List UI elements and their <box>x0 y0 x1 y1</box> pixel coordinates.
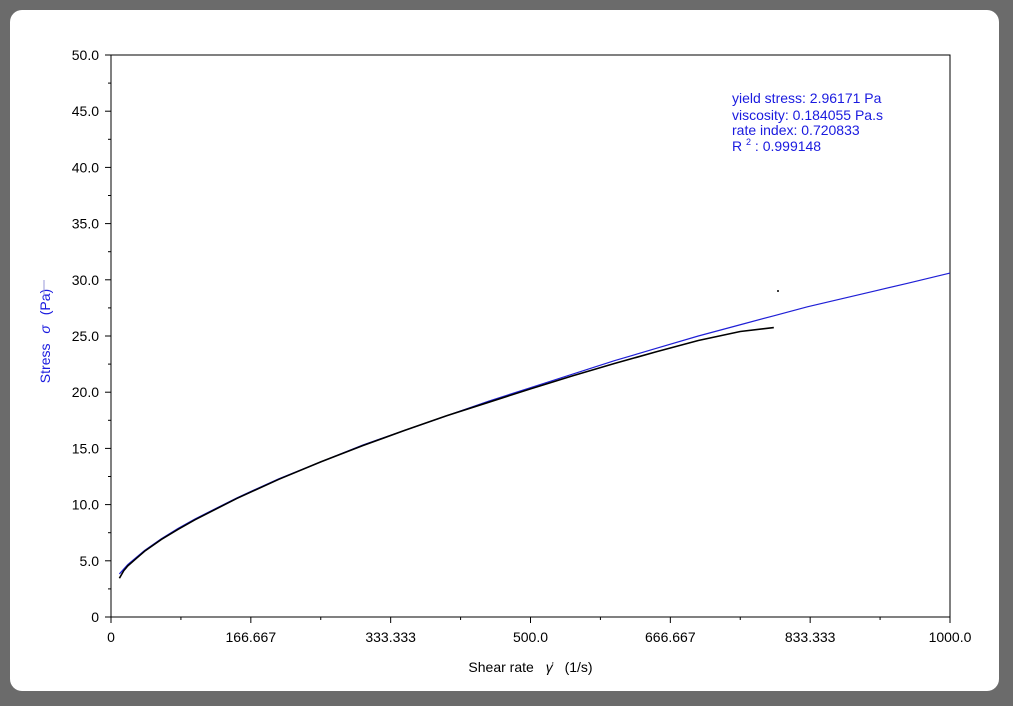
y-tick-label: 40.0 <box>72 159 99 175</box>
y-tick-label: 45.0 <box>72 103 99 119</box>
x-tick-label: 166.667 <box>226 629 277 645</box>
x-axis-label-unit: (1/s) <box>565 659 593 675</box>
y-tick-label: 35.0 <box>72 216 99 232</box>
x-axis-label-symbol: γ̇ <box>546 659 554 675</box>
y-axis-label-symbol: σ <box>37 325 53 334</box>
chart: 0 166.667 333.333 500.0 666.667 833.333 1000.0… <box>37 47 972 675</box>
x-tick-label: 500.0 <box>513 629 548 645</box>
y-tick-label: 30.0 <box>72 272 99 288</box>
y-axis-label-unit: (Pa) <box>37 289 53 315</box>
x-axis-label: Shear rate γ̇ (1/s) <box>468 659 592 675</box>
y-tick-label: 0 <box>91 609 99 625</box>
y-axis-label: Stress σ (Pa) <box>37 289 53 383</box>
x-tick-label: 666.667 <box>645 629 696 645</box>
y-tick-label: 15.0 <box>72 440 99 456</box>
window-frame: 0 166.667 333.333 500.0 666.667 833.333 1000.0… <box>0 0 1013 706</box>
y-tick-label: 5.0 <box>80 553 100 569</box>
annotation-r2-superscript: 2 <box>746 137 751 147</box>
y-tick-label: 20.0 <box>72 384 99 400</box>
x-axis-label-prefix: Shear rate <box>468 659 534 675</box>
y-tick-label: 25.0 <box>72 328 99 344</box>
y-axis-label-prefix: Stress <box>37 344 53 384</box>
measured-point <box>777 290 780 293</box>
x-tick-label: 833.333 <box>785 629 836 645</box>
series-lines <box>118 272 951 579</box>
y-axis-label-group: Stress σ (Pa) <box>37 280 53 383</box>
fit-curve <box>118 272 951 575</box>
x-tick-label: 1000.0 <box>929 629 972 645</box>
measured-curve <box>118 326 774 579</box>
x-tick-label: 333.333 <box>365 629 416 645</box>
plot-area <box>110 54 951 618</box>
x-tick-label: 0 <box>107 629 115 645</box>
annotation-yield-stress: yield stress: 2.96171 Pa <box>732 90 882 106</box>
fit-annotation: yield stress: 2.96171 Pa viscosity: 0.18… <box>732 90 883 154</box>
annotation-r2-value: : 0.999148 <box>755 138 821 154</box>
y-tick-label: 50.0 <box>72 47 99 63</box>
annotation-viscosity: viscosity: 0.184055 Pa.s <box>732 107 883 123</box>
annotation-r2-prefix: R <box>732 138 742 154</box>
y-tick-label: 10.0 <box>72 497 99 513</box>
plot-frame <box>110 54 951 618</box>
